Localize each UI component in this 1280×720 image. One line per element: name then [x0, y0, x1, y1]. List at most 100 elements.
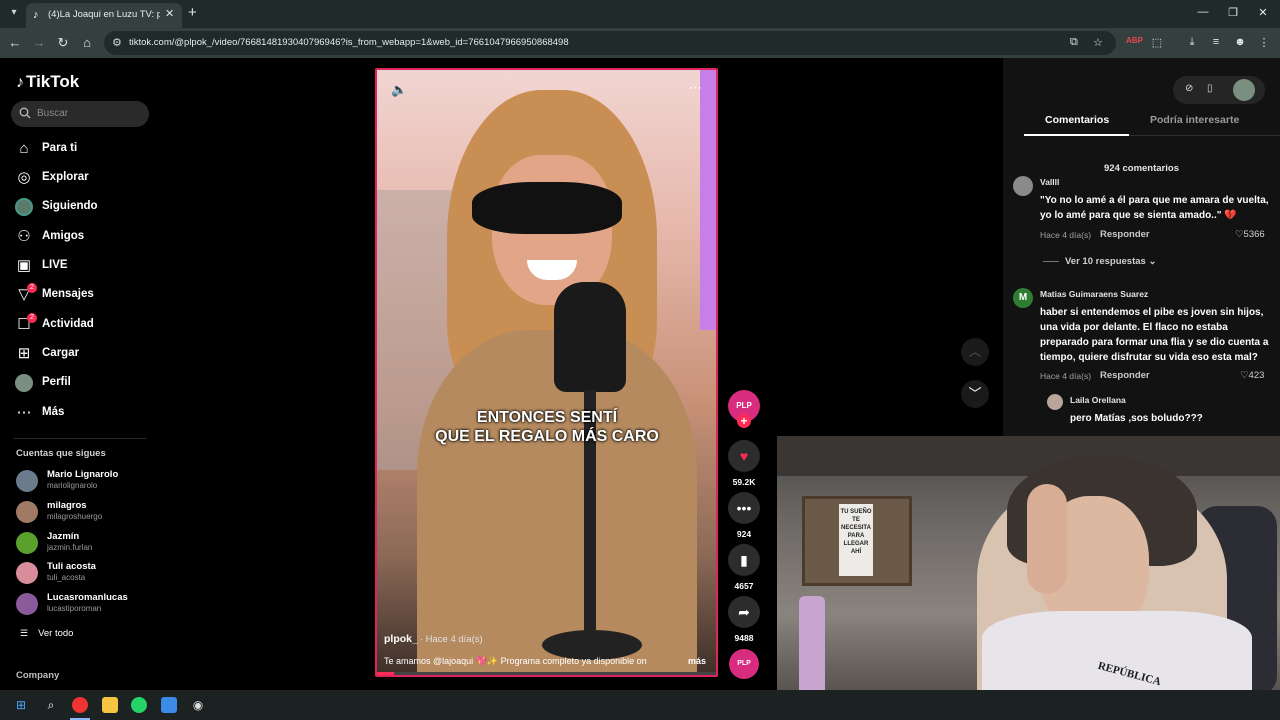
following-account[interactable]: Mario Lignarolo mariolignarolo	[16, 468, 156, 494]
following-account[interactable]: Lucasromanlucas lucastiporoman	[16, 591, 156, 617]
back-icon[interactable]: ←	[7, 35, 23, 50]
notepad-icon[interactable]	[161, 697, 177, 713]
close-window-icon[interactable]: ✕	[1256, 6, 1270, 19]
site-info-icon[interactable]: ⚙	[112, 36, 122, 49]
sidebar-divider	[14, 438, 146, 439]
search-icon	[19, 107, 31, 119]
nav-cargar[interactable]: ⊞ Cargar	[14, 342, 154, 366]
url-text: tiktok.com/@plpok_/video/766814819304079…	[129, 37, 569, 48]
nav-para-ti[interactable]: ⌂ Para ti	[14, 137, 154, 161]
device-icon[interactable]: ▯	[1207, 83, 1213, 94]
install-app-icon[interactable]: ⧉	[1070, 36, 1078, 49]
comment-like-button[interactable]: ♡423	[1240, 370, 1264, 381]
following-account[interactable]: Tuli acosta tuli_acosta	[16, 560, 156, 586]
avatar[interactable]: M	[1013, 288, 1033, 308]
download-icon[interactable]: ⤓	[1185, 36, 1199, 49]
following-account[interactable]: Jazmín jazmin.furlan	[16, 530, 156, 556]
tab-podria-interesarte[interactable]: Podría interesarte	[1150, 114, 1239, 126]
nav-perfil[interactable]: Perfil	[14, 371, 154, 395]
nav-live[interactable]: ▣ LIVE	[14, 254, 154, 278]
comment-text: haber si entendemos el pibe es joven sin…	[1040, 307, 1269, 363]
tiktok-logo[interactable]: ♪ TikTok	[16, 72, 79, 92]
avatar[interactable]	[1047, 394, 1063, 410]
user-avatar[interactable]	[1233, 79, 1255, 101]
webcam-frame-decor	[799, 596, 825, 690]
volume-icon[interactable]: 🔈	[391, 82, 407, 98]
extensions-puzzle-icon[interactable]: ⬚	[1150, 36, 1164, 49]
like-button[interactable]: ♥ 59.2K	[728, 440, 760, 487]
share-button[interactable]: ➦ 9488	[728, 596, 760, 643]
nav-siguiendo[interactable]: Siguiendo	[14, 195, 154, 219]
comment-username[interactable]: Laila Orellana	[1070, 395, 1126, 405]
reply-button[interactable]: Responder	[1100, 229, 1150, 240]
restore-icon[interactable]: ❐	[1226, 6, 1240, 19]
avatar[interactable]	[1013, 176, 1033, 196]
comment-username[interactable]: Vallll	[1040, 177, 1059, 187]
following-avatar-icon	[15, 198, 33, 216]
comment-like-button[interactable]: ♡5366	[1235, 229, 1265, 240]
tab-comentarios[interactable]: Comentarios	[1045, 114, 1109, 126]
browser-tab[interactable]: ♪ (4)La Joaqui en Luzu TV: progra ✕	[26, 3, 182, 28]
reply-button[interactable]: Responder	[1100, 370, 1150, 381]
minimize-icon[interactable]: —	[1196, 6, 1210, 18]
tab-search-menu-icon[interactable]: ▾	[6, 5, 22, 21]
top-right-controls: ⊘ ▯	[1173, 76, 1265, 104]
obs-icon[interactable]: ◉	[190, 697, 206, 713]
save-count: 4657	[734, 581, 754, 591]
see-all-link[interactable]: ☰ Ver todo	[20, 628, 73, 639]
nav-actividad[interactable]: ☐ 2 Actividad	[14, 313, 154, 337]
windows-start-icon[interactable]: ⊞	[13, 697, 29, 713]
friends-icon: ⚇	[17, 228, 31, 245]
extension-abp-icon[interactable]: ABP	[1126, 36, 1143, 45]
compass-small-icon[interactable]: ⊘	[1185, 83, 1193, 94]
comment-text: pero Matías ,sos boludo???	[1070, 413, 1203, 424]
video-caption: ENTONCES SENTÍ QUE EL REGALO MÁS CARO	[435, 409, 659, 445]
description-more-link[interactable]: más	[688, 656, 706, 666]
profile-icon[interactable]: ☻	[1233, 36, 1247, 48]
close-tab-icon[interactable]: ✕	[165, 7, 174, 20]
bookmark-star-icon[interactable]: ☆	[1093, 36, 1103, 49]
home-icon: ⌂	[19, 140, 29, 157]
reload-icon[interactable]: ↻	[55, 35, 71, 51]
nav-mensajes[interactable]: ▽ 2 Mensajes	[14, 283, 154, 307]
new-tab-icon[interactable]: +	[188, 4, 197, 21]
follow-plus-icon[interactable]: +	[737, 414, 751, 428]
comment-username[interactable]: Matias Guimaraens Suarez	[1040, 289, 1148, 299]
chevron-down-icon: ⌄	[1148, 256, 1157, 267]
comments-panel: ⊘ ▯ Comentarios Podría interesarte 924 c…	[1003, 58, 1280, 436]
next-video-icon[interactable]: ﹀	[961, 380, 989, 408]
more-dots-icon: ⋯	[16, 404, 32, 421]
nav-explorar[interactable]: ◎ Explorar	[14, 166, 154, 190]
video-author[interactable]: plpok_ · Hace 4 día(s)	[384, 633, 483, 645]
file-explorer-icon[interactable]	[102, 697, 118, 713]
video-player[interactable]: 🔈 ⋯ ENTONCES SENTÍ QUE EL REGALO MÁS CAR…	[375, 68, 718, 677]
search-icon[interactable]: ⌕	[43, 697, 59, 713]
nav-amigos[interactable]: ⚇ Amigos	[14, 225, 154, 249]
forward-icon[interactable]: →	[31, 35, 47, 50]
video-frame-decor	[554, 282, 626, 392]
previous-video-icon[interactable]: ︿	[961, 338, 989, 366]
save-button[interactable]: ▮ 4657	[728, 544, 760, 591]
address-bar[interactable]: ⚙ tiktok.com/@plpok_/video/7668148193040…	[104, 31, 1116, 55]
media-control-icon[interactable]: ≡	[1209, 36, 1223, 48]
search-input[interactable]: Buscar	[11, 101, 149, 127]
following-account[interactable]: milagros milagroshuergo	[16, 499, 156, 525]
live-icon: ▣	[16, 257, 32, 274]
music-disc-icon[interactable]: PLP	[729, 649, 759, 679]
nav-mas[interactable]: ⋯ Más	[14, 401, 154, 425]
home-button-icon[interactable]: ⌂	[79, 35, 95, 50]
compass-icon: ◎	[17, 169, 31, 186]
video-progress-bar[interactable]	[377, 672, 716, 675]
webcam-frame-decor	[777, 436, 1280, 476]
browser-menu-icon[interactable]: ⋮	[1257, 36, 1271, 49]
whatsapp-icon[interactable]	[131, 697, 147, 713]
webcam-paper-sign: TU SUEÑO TE NECESITA PARA LLEGAR AHÍ	[839, 504, 873, 576]
more-options-icon[interactable]: ⋯	[689, 80, 702, 96]
video-frame-decor	[700, 70, 716, 330]
company-link[interactable]: Company	[16, 670, 59, 681]
view-replies-button[interactable]: Ver 10 respuestas ⌄	[1043, 256, 1156, 267]
chrome-icon[interactable]	[72, 697, 88, 713]
comment-button[interactable]: ••• 924	[728, 492, 760, 539]
webcam-frame-decor	[982, 611, 1252, 690]
avatar	[16, 562, 38, 584]
